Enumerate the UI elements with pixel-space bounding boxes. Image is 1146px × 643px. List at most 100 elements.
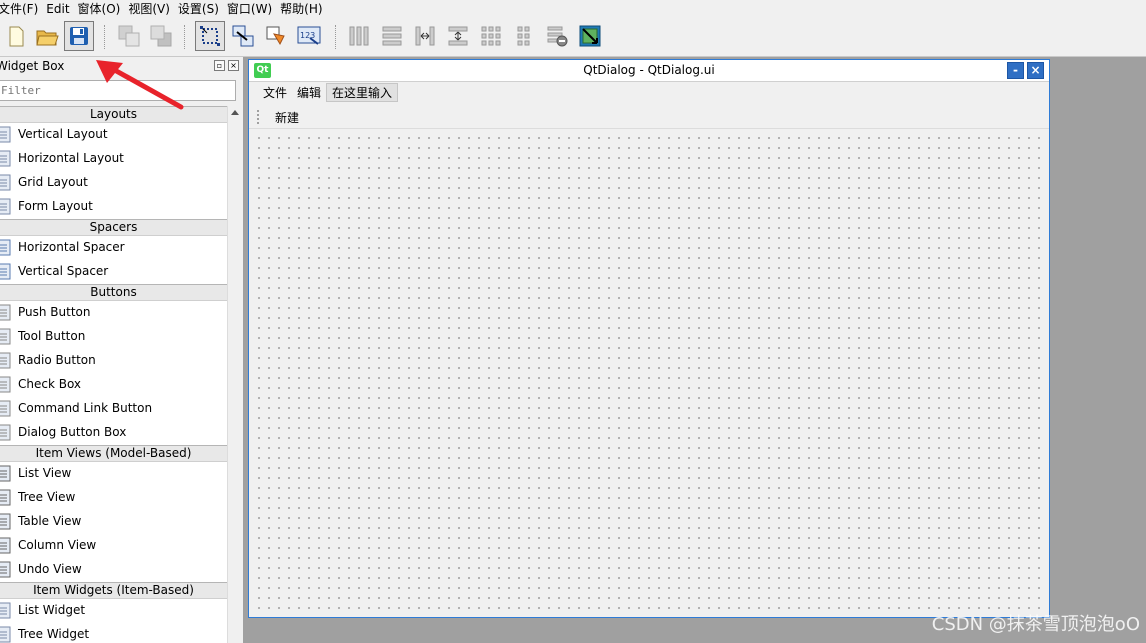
radio-button-icon — [0, 352, 11, 369]
dock-close-icon[interactable]: × — [228, 60, 239, 71]
send-to-back-button[interactable] — [114, 21, 144, 51]
widget-item[interactable]: Push Button — [0, 301, 227, 325]
open-button[interactable] — [32, 21, 62, 51]
widget-item[interactable]: List View — [0, 462, 227, 486]
dock-float-icon[interactable]: ▫ — [214, 60, 225, 71]
widget-item-label: Command Link Button — [18, 401, 153, 415]
widget-item[interactable]: Dialog Button Box — [0, 421, 227, 445]
layout-horizontal-splitter-icon — [415, 26, 435, 46]
widget-item[interactable]: List Widget — [0, 599, 227, 623]
grid-layout-icon — [0, 174, 11, 191]
widget-item-label: Radio Button — [18, 353, 96, 367]
save-icon — [70, 27, 88, 45]
annotation-arrow — [96, 60, 184, 110]
edit-buddies-button[interactable] — [261, 21, 291, 51]
widget-item[interactable]: Form Layout — [0, 195, 227, 219]
form-layout-icon — [0, 198, 11, 215]
form-design-canvas[interactable] — [251, 130, 1047, 616]
adjust-size-icon — [579, 25, 601, 47]
edit-widgets-icon — [200, 26, 220, 46]
widget-item[interactable]: Radio Button — [0, 349, 227, 373]
widget-item-label: Horizontal Layout — [18, 151, 124, 165]
dialog-menu-type-here[interactable]: 在这里输入 — [326, 83, 399, 102]
edit-signals-slots-button[interactable] — [228, 21, 258, 51]
qt-dialog-window: Qt QtDialog - QtDialog.ui - × 文件 编辑 在这里输… — [248, 59, 1050, 618]
layout-horizontal-splitter-button[interactable] — [410, 21, 440, 51]
layout-form-button[interactable] — [509, 21, 539, 51]
edit-signals-slots-icon — [232, 25, 254, 47]
scroll-up-icon[interactable] — [231, 110, 239, 115]
widget-item[interactable]: Tree Widget — [0, 623, 227, 643]
widget-item[interactable]: Check Box — [0, 373, 227, 397]
widget-item[interactable]: Command Link Button — [0, 397, 227, 421]
menu-window[interactable]: 窗口(W) — [223, 2, 276, 16]
widget-item[interactable]: Vertical Layout — [0, 123, 227, 147]
widget-item-label: Horizontal Spacer — [18, 240, 125, 254]
widget-item-label: Tree Widget — [18, 627, 90, 641]
bring-to-front-icon — [150, 25, 172, 47]
widget-list-scrollbar[interactable] — [227, 106, 241, 643]
dialog-menubar: 文件 编辑 在这里输入 — [249, 82, 1049, 103]
widget-item[interactable]: Tree View — [0, 486, 227, 510]
main-menubar: 文件(F) Edit 窗体(O) 视图(V) 设置(S) 窗口(W) 帮助(H) — [0, 0, 1146, 17]
widget-item-label: Vertical Layout — [18, 127, 108, 141]
widget-item[interactable]: Undo View — [0, 558, 227, 582]
dialog-menu-file[interactable]: 文件 — [258, 84, 292, 101]
widget-item[interactable]: Tool Button — [0, 325, 227, 349]
minimize-button[interactable]: - — [1007, 62, 1024, 79]
menu-help[interactable]: 帮助(H) — [276, 2, 326, 16]
save-button[interactable] — [64, 21, 94, 51]
widget-item-label: List Widget — [18, 603, 86, 617]
category-header[interactable]: Spacers — [0, 219, 227, 236]
menu-settings[interactable]: 设置(S) — [174, 2, 223, 16]
dialog-button-box-icon — [0, 424, 11, 441]
close-button[interactable]: × — [1027, 62, 1044, 79]
new-file-button[interactable] — [0, 21, 30, 51]
column-view-icon — [0, 537, 11, 554]
bring-to-front-button[interactable] — [146, 21, 176, 51]
horizontal-spacer-icon — [0, 239, 11, 256]
dialog-title: QtDialog - QtDialog.ui — [583, 63, 715, 77]
widget-item-label: Tree View — [18, 490, 76, 504]
layout-grid-button[interactable] — [476, 21, 506, 51]
list-widget-icon — [0, 602, 11, 619]
menu-file[interactable]: 文件(F) — [0, 2, 42, 16]
widget-item[interactable]: Vertical Spacer — [0, 260, 227, 284]
widget-item[interactable]: Table View — [0, 510, 227, 534]
menu-edit[interactable]: Edit — [42, 2, 73, 16]
tree-widget-icon — [0, 626, 11, 643]
widget-item-label: Form Layout — [18, 199, 93, 213]
adjust-size-button[interactable] — [575, 21, 605, 51]
widget-item-label: List View — [18, 466, 72, 480]
list-view-icon — [0, 465, 11, 482]
widget-item-label: Check Box — [18, 377, 82, 391]
category-header[interactable]: Item Widgets (Item-Based) — [0, 582, 227, 599]
break-layout-button[interactable] — [542, 21, 572, 51]
widget-list: Layouts Vertical Layout Horizontal Layout G… — [0, 106, 227, 643]
widget-item-label: Grid Layout — [18, 175, 88, 189]
check-box-icon — [0, 376, 11, 393]
undo-view-icon — [0, 561, 11, 578]
menu-form[interactable]: 窗体(O) — [74, 2, 125, 16]
toolbar-grip[interactable] — [257, 110, 259, 124]
new-action-button[interactable]: 新建 — [275, 109, 299, 126]
layout-horizontal-button[interactable] — [344, 21, 374, 51]
widget-item[interactable]: Horizontal Layout — [0, 147, 227, 171]
widget-item[interactable]: Horizontal Spacer — [0, 236, 227, 260]
layout-vertical-splitter-button[interactable] — [443, 21, 473, 51]
vertical-layout-icon — [0, 126, 11, 143]
layout-vertical-button[interactable] — [377, 21, 407, 51]
dialog-menu-edit[interactable]: 编辑 — [292, 84, 326, 101]
category-header[interactable]: Item Views (Model-Based) — [0, 445, 227, 462]
widget-item-label: Undo View — [18, 562, 82, 576]
dialog-toolbar: 新建 — [249, 105, 1049, 129]
widget-item[interactable]: Grid Layout — [0, 171, 227, 195]
tool-button-icon — [0, 328, 11, 345]
widget-box-dock: Widget Box ▫ × LayoutsVertical LayoutHor… — [0, 57, 243, 643]
menu-view[interactable]: 视图(V) — [124, 2, 174, 16]
edit-tab-order-button[interactable]: 123 — [294, 21, 324, 51]
edit-widgets-button[interactable] — [195, 21, 225, 51]
widget-item-label: Push Button — [18, 305, 91, 319]
widget-item[interactable]: Column View — [0, 534, 227, 558]
category-header[interactable]: Buttons — [0, 284, 227, 301]
